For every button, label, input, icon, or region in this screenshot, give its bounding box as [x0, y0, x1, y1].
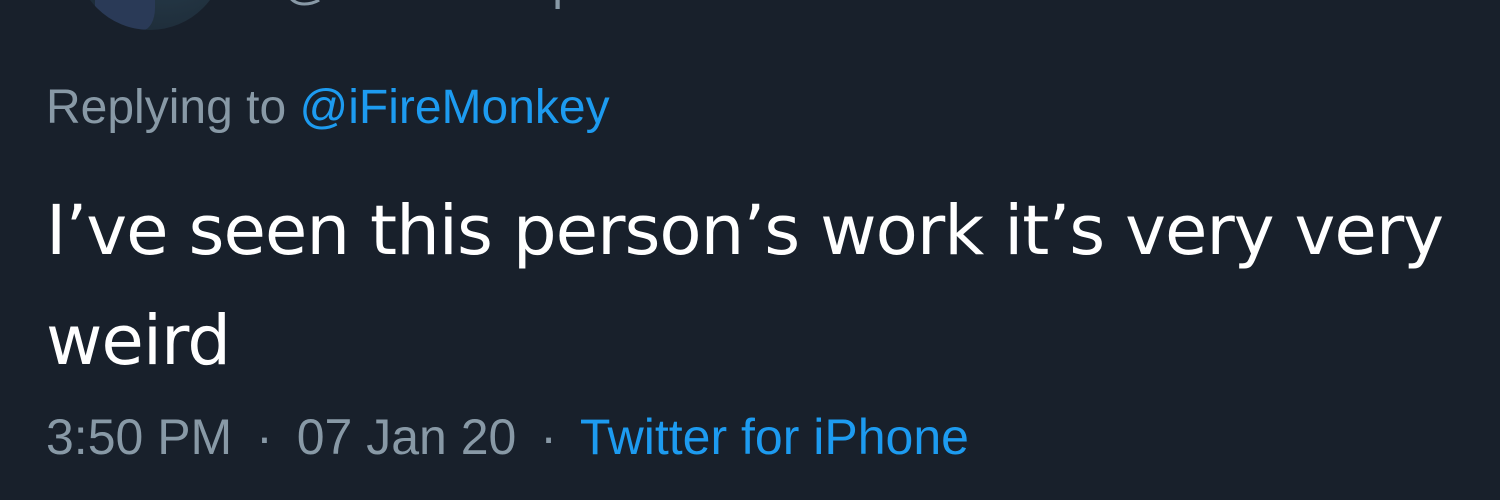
author-handle[interactable]: @itsdarkhoops — [282, 0, 603, 11]
meta-separator: · — [540, 409, 557, 465]
replying-to-line: Replying to @iFireMonkey — [46, 80, 610, 135]
replying-to-label: Replying to — [46, 81, 287, 134]
tweet-detail: @itsdarkhoops Replying to @iFireMonkey I… — [0, 0, 1500, 500]
tweet-source-link[interactable]: Twitter for iPhone — [580, 409, 969, 465]
tweet-meta: 3:50 PM · 07 Jan 20 · Twitter for iPhone — [46, 408, 969, 466]
avatar-figure — [95, 0, 155, 30]
avatar[interactable] — [75, 0, 225, 30]
tweet-date: 07 Jan 20 — [296, 409, 517, 465]
tweet-text: I’ve seen this person’s work it’s very v… — [46, 191, 1444, 381]
meta-separator: · — [256, 409, 273, 465]
tweet-time: 3:50 PM — [46, 409, 233, 465]
reply-mention-link[interactable]: @iFireMonkey — [299, 81, 609, 134]
